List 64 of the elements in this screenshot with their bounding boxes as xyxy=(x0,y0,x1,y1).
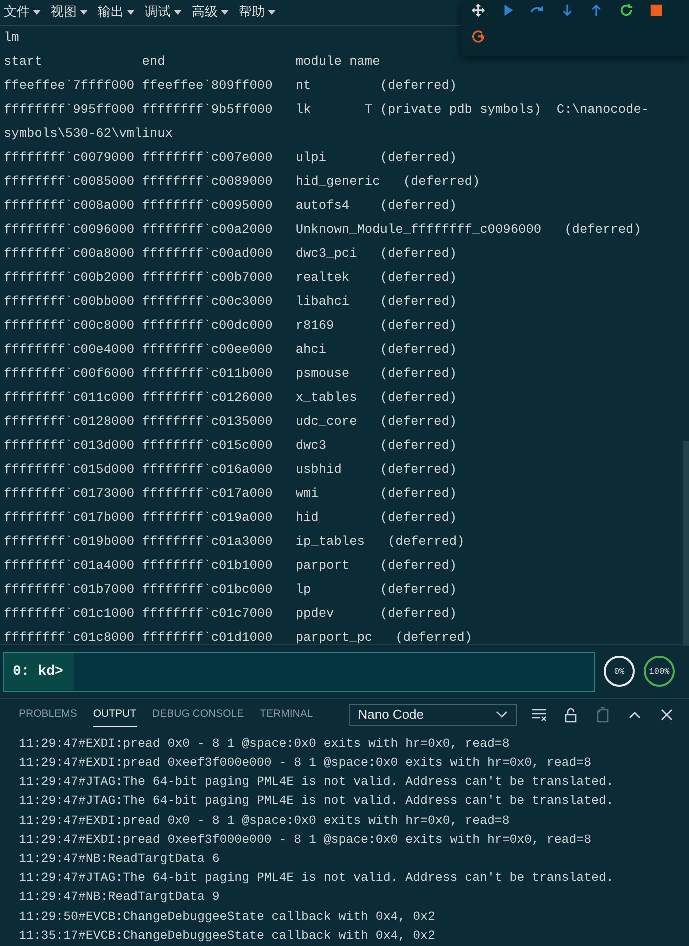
panel-tab[interactable]: OUTPUT xyxy=(93,702,137,728)
lock-icon[interactable] xyxy=(563,706,580,723)
panel-tab[interactable]: DEBUG CONSOLE xyxy=(152,702,244,728)
console-line: ffffffff`c00c8000 ffffffff`c00dc000 r8169 (deferred) xyxy=(4,316,458,335)
output-line: 11:29:47#EXDI:pread 0xeef3f000e000 - 8 1 @space:0x0 exits with hr=0x0, read=8 xyxy=(19,754,593,772)
menu-item[interactable]: 高级 xyxy=(192,3,229,22)
move-icon[interactable] xyxy=(471,3,486,18)
menu-item[interactable]: 视图 xyxy=(51,3,88,22)
console-line: ffffffff`c00e4000 ffffffff`c00ee000 ahci (deferred) xyxy=(4,340,458,359)
console-line: ffffffff`c0173000 ffffffff`c017a000 wmi (deferred) xyxy=(4,484,458,503)
caret-icon xyxy=(80,10,88,15)
panel-tab[interactable]: PROBLEMS xyxy=(19,702,78,728)
console-line: ffffffff`c00a8000 ffffffff`c00ad000 dwc3_pci (deferred) xyxy=(4,244,458,263)
output-line: 11:29:47#JTAG:The 64-bit paging PML4E is not valid. Address can't be translated. xyxy=(19,793,615,810)
console-line: lm xyxy=(4,28,20,47)
output-line: 11:29:47#EXDI:pread 0x0 - 8 1 @space:0x0 exits with hr=0x0, read=8 xyxy=(19,736,511,753)
percent-gauge: 0% xyxy=(604,656,635,688)
output-line: 11:29:50#EVCB:ChangeDebuggeeState callback with 0x4, 0x2 xyxy=(19,908,436,926)
console-line: ffffffff`c00f6000 ffffffff`c011b000 psmouse (deferred) xyxy=(4,364,458,383)
prompt-label: 0: kd> xyxy=(4,652,74,691)
console-line: ffffffff`c0079000 ffffffff`c007e000 ulpi (deferred) xyxy=(4,148,458,167)
percent-gauge: 100% xyxy=(644,656,675,688)
console-line: ffffffff`c019b000 ffffffff`c01a3000 ip_tables (deferred) xyxy=(4,532,465,551)
panel-tab[interactable]: TERMINAL xyxy=(260,702,314,728)
chevron-down-icon xyxy=(496,710,508,719)
console-line: start end module name xyxy=(4,52,380,71)
output-line: 11:29:47#JTAG:The 64-bit paging PML4E is not valid. Address can't be translated. xyxy=(19,774,615,792)
output-line: 11:29:47#EXDI:pread 0xeef3f000e000 - 8 1 @space:0x0 exits with hr=0x0, read=8 xyxy=(19,832,593,849)
console-line: ffffffff`c00bb000 ffffffff`c00c3000 libahci (deferred) xyxy=(4,292,458,311)
caret-icon xyxy=(33,10,41,15)
caret-icon xyxy=(174,10,182,15)
console-line: ffffffff`c0128000 ffffffff`c0135000 udc_core (deferred) xyxy=(4,412,458,431)
close-icon[interactable] xyxy=(659,706,676,723)
console-line: ffffffff`c01c8000 ffffffff`c01d1000 parport_pc (deferred) xyxy=(4,628,472,647)
output-line: 11:29:47#JTAG:The 64-bit paging PML4E is not valid. Address can't be translated. xyxy=(19,870,615,888)
console-line: ffeeffee`7ffff000 ffeeffee`809ff000 nt (deferred) xyxy=(4,76,458,95)
clear-output-icon[interactable] xyxy=(531,706,548,723)
caret-icon xyxy=(268,10,276,15)
output-line: 11:29:47#NB:ReadTargtData 9 xyxy=(19,889,221,906)
console-line: ffffffff`c00b2000 ffffffff`c00b7000 realtek (deferred) xyxy=(4,268,458,287)
console-line: ffffffff`c015d000 ffffffff`c016a000 usbhid (deferred) xyxy=(4,460,458,479)
console-line: ffffffff`c0096000 ffffffff`c00a2000 Unknown_Module_ffffffff_c0096000 (deferred) xyxy=(4,220,642,239)
console-line: ffffffff`c011c000 ffffffff`c0126000 x_tables (deferred) xyxy=(4,388,458,407)
console-line: ffffffff`c01b7000 ffffffff`c01bc000 lp (deferred) xyxy=(4,580,458,599)
output-channel-dropdown[interactable]: Nano Code xyxy=(349,704,518,726)
output-line: 11:29:47#EXDI:pread 0x0 - 8 1 @space:0x0 exits with hr=0x0, read=8 xyxy=(19,812,511,830)
menu-item[interactable]: 输出 xyxy=(98,3,135,22)
console-line: ffffffff`c013d000 ffffffff`c015c000 dwc3 (deferred) xyxy=(4,436,458,455)
restart-icon[interactable] xyxy=(618,3,634,18)
console-line: ffffffff`c0085000 ffffffff`c0089000 hid_generic (deferred) xyxy=(4,172,480,191)
console-line: ffffffff`c008a000 ffffffff`c0095000 autofs4 (deferred) xyxy=(4,196,458,215)
console-line: ffffffff`c01c1000 ffffffff`c01c7000 ppdev (deferred) xyxy=(4,604,458,623)
output-line: 11:29:47#NB:ReadTargtData 6 xyxy=(19,851,221,868)
menu-item[interactable]: 调试 xyxy=(145,3,182,22)
stop-icon[interactable] xyxy=(648,3,664,18)
menu-item[interactable]: 帮助 xyxy=(239,3,276,22)
output-line: 11:35:17#EVCB:ChangeDebuggeeState callback with 0x4, 0x2 xyxy=(19,928,436,945)
console-line: ffffffff`c017b000 ffffffff`c019a000 hid (deferred) xyxy=(4,508,458,527)
command-input[interactable]: 0: kd> xyxy=(3,652,595,692)
disconnect-icon[interactable] xyxy=(471,29,486,44)
caret-icon xyxy=(221,10,229,15)
console-line: ffffffff`c01a4000 ffffffff`c01b1000 parport (deferred) xyxy=(4,556,458,575)
caret-icon xyxy=(127,10,135,15)
menu-item[interactable]: 文件 xyxy=(4,3,41,22)
